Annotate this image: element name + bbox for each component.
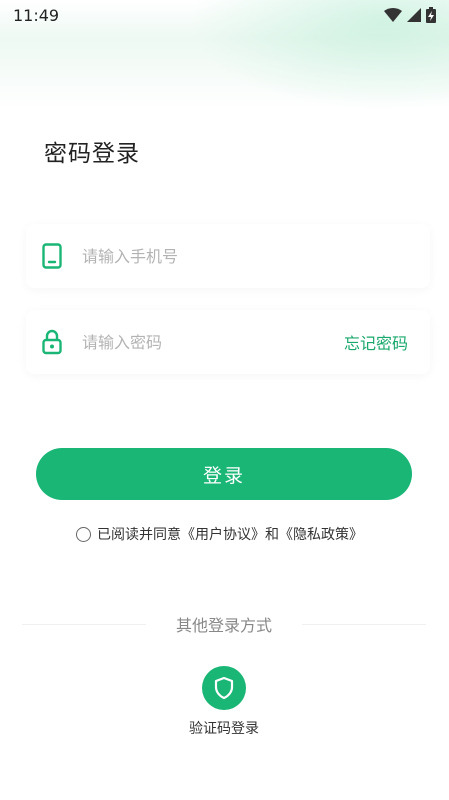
shield-icon <box>214 676 234 700</box>
wifi-icon <box>384 8 402 22</box>
phone-input[interactable] <box>80 245 430 267</box>
phone-field[interactable] <box>26 224 430 288</box>
user-agreement-link[interactable]: 《用户协议》 <box>181 524 265 544</box>
other-login-divider: 其他登录方式 <box>22 612 427 636</box>
privacy-policy-link[interactable]: 《隐私政策》 <box>279 524 363 544</box>
signal-icon <box>407 8 421 22</box>
other-login-title: 其他登录方式 <box>176 616 273 635</box>
password-input[interactable] <box>80 331 344 353</box>
divider-line-left <box>22 623 146 625</box>
agree-checkbox[interactable] <box>76 526 91 542</box>
alt-login-circle <box>202 666 246 710</box>
password-field[interactable]: 忘记密码 <box>26 310 430 374</box>
status-icons <box>384 7 436 23</box>
status-time: 11:49 <box>13 5 60 25</box>
sms-code-login-button[interactable]: 验证码登录 <box>180 666 268 738</box>
battery-icon <box>426 7 436 23</box>
forgot-password-link[interactable]: 忘记密码 <box>344 330 408 354</box>
agreement-prefix: 已阅读并同意 <box>97 527 181 543</box>
page-title: 密码登录 <box>44 141 140 167</box>
login-button[interactable]: 登录 <box>36 448 412 500</box>
divider-line-right <box>302 623 427 625</box>
lock-icon <box>40 328 64 356</box>
agreement: 已阅读并同意 《用户协议》 和 《隐私政策》 <box>76 524 363 544</box>
agreement-and: 和 <box>265 527 279 543</box>
sms-code-login-label: 验证码登录 <box>189 721 259 737</box>
status-bar: 11:49 <box>0 0 449 30</box>
phone-icon <box>40 242 64 270</box>
